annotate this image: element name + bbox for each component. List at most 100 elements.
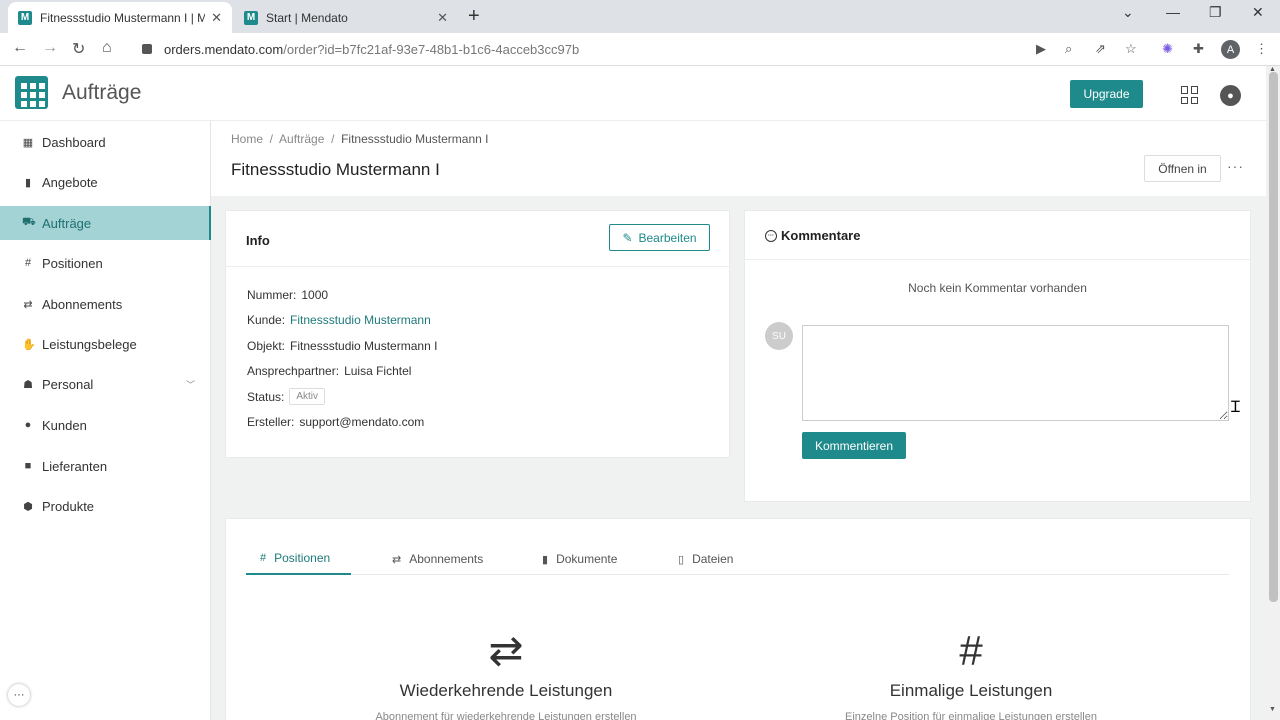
tab-title: Fitnessstudio Mustermann I | Me: [40, 10, 206, 25]
tab-abonnements[interactable]: ⇄ Abonnements: [392, 543, 483, 575]
sidebar-item-label: Angebote: [42, 174, 98, 190]
sidebar-item-auftraege[interactable]: ⛟ Aufträge: [0, 206, 211, 240]
browser-profile-avatar[interactable]: A: [1221, 40, 1240, 59]
text-cursor-icon: Ɪ: [1231, 399, 1240, 416]
edit-button-label: Bearbeiten: [638, 230, 697, 245]
no-comment-text: Noch kein Kommentar vorhanden: [908, 281, 1087, 295]
file-icon: ▯: [678, 553, 685, 566]
tab-dokumente[interactable]: ▮ Dokumente: [542, 543, 617, 575]
sidebar-item-produkte[interactable]: ⬢ Produkte: [0, 489, 211, 523]
tab-positionen[interactable]: # Positionen: [246, 543, 351, 575]
sidebar-item-label: Aufträge: [42, 215, 92, 231]
info-label: Nummer:: [247, 288, 297, 302]
sidebar-item-label: Positionen: [42, 255, 103, 271]
back-arrow-icon[interactable]: ←: [12, 39, 28, 57]
window-close-icon[interactable]: ✕: [1252, 4, 1264, 21]
browser-address-bar: ← → ↻ ⌂ orders.mendato.com/order?id=b7fc…: [0, 33, 1280, 66]
page-scrollbar[interactable]: ▲ ▼: [1266, 66, 1280, 720]
url-host: orders.mendato.com: [164, 41, 284, 57]
info-label: Objekt:: [247, 339, 286, 353]
truck-icon: ■: [24, 460, 32, 472]
home-icon[interactable]: ⌂: [102, 39, 112, 57]
share-icon[interactable]: ⇗: [1095, 41, 1106, 57]
close-icon[interactable]: ✕: [211, 10, 222, 26]
box-icon: ⬢: [23, 500, 33, 513]
people-icon: ☗: [23, 378, 33, 391]
browser-tab-active[interactable]: M Fitnessstudio Mustermann I | Me ✕: [8, 2, 232, 33]
extension-icon[interactable]: ✺: [1162, 41, 1173, 57]
main-content: Home / Aufträge / Fitnessstudio Musterma…: [211, 121, 1266, 720]
breadcrumb-auftraege[interactable]: Aufträge: [279, 132, 324, 146]
browser-tab-start[interactable]: M Start | Mendato ✕: [234, 2, 458, 33]
zoom-icon[interactable]: ⌕: [1065, 41, 1072, 57]
info-label: Ersteller:: [247, 415, 295, 429]
hash-icon: #: [959, 627, 983, 674]
info-value: support@mendato.com: [299, 415, 425, 429]
info-card-title: Info: [246, 233, 270, 248]
feature-subtitle: Abonnement für wiederkehrende Leistungen…: [375, 711, 637, 720]
puzzle-icon[interactable]: ✚: [1193, 41, 1204, 57]
minimize-icon[interactable]: —: [1166, 4, 1180, 20]
sidebar-item-leistungsbelege[interactable]: ✋ Leistungsbelege: [0, 327, 211, 361]
comments-title-label: Kommentare: [781, 228, 861, 243]
camera-icon[interactable]: ▶: [1036, 41, 1046, 57]
apps-grid-icon[interactable]: [1181, 86, 1199, 104]
url-field[interactable]: orders.mendato.com/order?id=b7fc21af-93e…: [134, 37, 1150, 61]
dashboard-icon: ▦: [22, 136, 34, 149]
tab-search-chevron-icon[interactable]: ⌄: [1122, 4, 1134, 21]
sidebar-item-dashboard[interactable]: ▦ Dashboard: [0, 125, 211, 159]
sidebar-item-lieferanten[interactable]: ■ Lieferanten: [0, 449, 211, 483]
sidebar-item-personal[interactable]: ☗ Personal ﹀: [0, 367, 211, 401]
feature-subtitle: Einzelne Position für einmalige Leistung…: [845, 711, 1097, 720]
breadcrumb-home[interactable]: Home: [231, 132, 263, 146]
chevron-down-icon: ﹀: [185, 379, 195, 390]
sidebar-item-angebote[interactable]: ▮ Angebote: [0, 165, 211, 199]
restore-icon[interactable]: ❐: [1209, 4, 1222, 21]
new-tab-icon[interactable]: +: [468, 5, 480, 28]
url-path: /order?id=b7fc21af-93e7-48b1-b1c6-4acceb…: [283, 41, 580, 57]
tab-label: Dateien: [692, 552, 734, 566]
sidebar-item-label: Abonnements: [42, 296, 123, 312]
info-value: Fitnessstudio Mustermann I: [290, 339, 438, 353]
feature-title: Wiederkehrende Leistungen: [399, 681, 613, 700]
more-options-button[interactable]: ···: [1227, 158, 1244, 174]
sidebar-item-positionen[interactable]: # Positionen: [0, 246, 211, 280]
chat-bubble-icon: ···: [765, 229, 777, 242]
page-header: Home / Aufträge / Fitnessstudio Musterma…: [211, 121, 1266, 196]
comments-title: ··· Kommentare: [765, 228, 860, 243]
customer-link[interactable]: Fitnessstudio Mustermann: [290, 313, 431, 327]
repeat-icon: ⇄: [23, 298, 33, 311]
scroll-down-arrow-icon[interactable]: ▼: [1269, 706, 1276, 713]
tab-dateien[interactable]: ▯ Dateien: [678, 543, 733, 575]
open-in-button[interactable]: Öffnen in: [1144, 155, 1221, 182]
comment-submit-button[interactable]: Kommentieren: [802, 432, 906, 459]
info-row-status: Status: Aktiv: [247, 388, 326, 405]
sidebar: ▦ Dashboard ▮ Angebote ⛟ Aufträge # Posi…: [0, 121, 211, 720]
comment-input[interactable]: [802, 325, 1229, 421]
sidebar-item-kunden[interactable]: ● Kunden: [0, 408, 211, 442]
feature-title: Einmalige Leistungen: [889, 681, 1053, 700]
sidebar-more-button[interactable]: ···: [8, 684, 30, 706]
tab-label: Abonnements: [409, 552, 484, 566]
feature-recurring[interactable]: ⇄ Wiederkehrende Leistungen Abonnement f…: [356, 629, 656, 720]
mendato-logo[interactable]: [15, 76, 48, 109]
document-icon: ▮: [542, 553, 549, 566]
bookmark-star-icon[interactable]: ☆: [1125, 41, 1137, 57]
upgrade-button[interactable]: Upgrade: [1070, 80, 1143, 108]
forward-arrow-icon[interactable]: →: [42, 39, 58, 57]
feature-one-time[interactable]: # Einmalige Leistungen Einzelne Position…: [821, 629, 1121, 720]
page-title: Fitnessstudio Mustermann I: [231, 160, 440, 179]
tab-title: Start | Mendato: [266, 10, 348, 25]
browser-menu-icon[interactable]: ⋮: [1255, 41, 1268, 57]
sidebar-item-abonnements[interactable]: ⇄ Abonnements: [0, 287, 211, 321]
reload-icon[interactable]: ↻: [72, 39, 85, 59]
edit-button[interactable]: ✎ Bearbeiten: [609, 224, 710, 251]
person-icon: ●: [24, 419, 32, 431]
mendato-favicon-icon: M: [18, 10, 32, 25]
user-account-icon[interactable]: ●: [1220, 85, 1241, 106]
info-row-nummer: Nummer: 1000: [247, 288, 328, 302]
close-icon[interactable]: ✕: [437, 10, 448, 26]
info-label: Status:: [247, 389, 285, 404]
repeat-icon: ⇄: [488, 627, 524, 674]
scroll-thumb[interactable]: [1269, 72, 1278, 602]
